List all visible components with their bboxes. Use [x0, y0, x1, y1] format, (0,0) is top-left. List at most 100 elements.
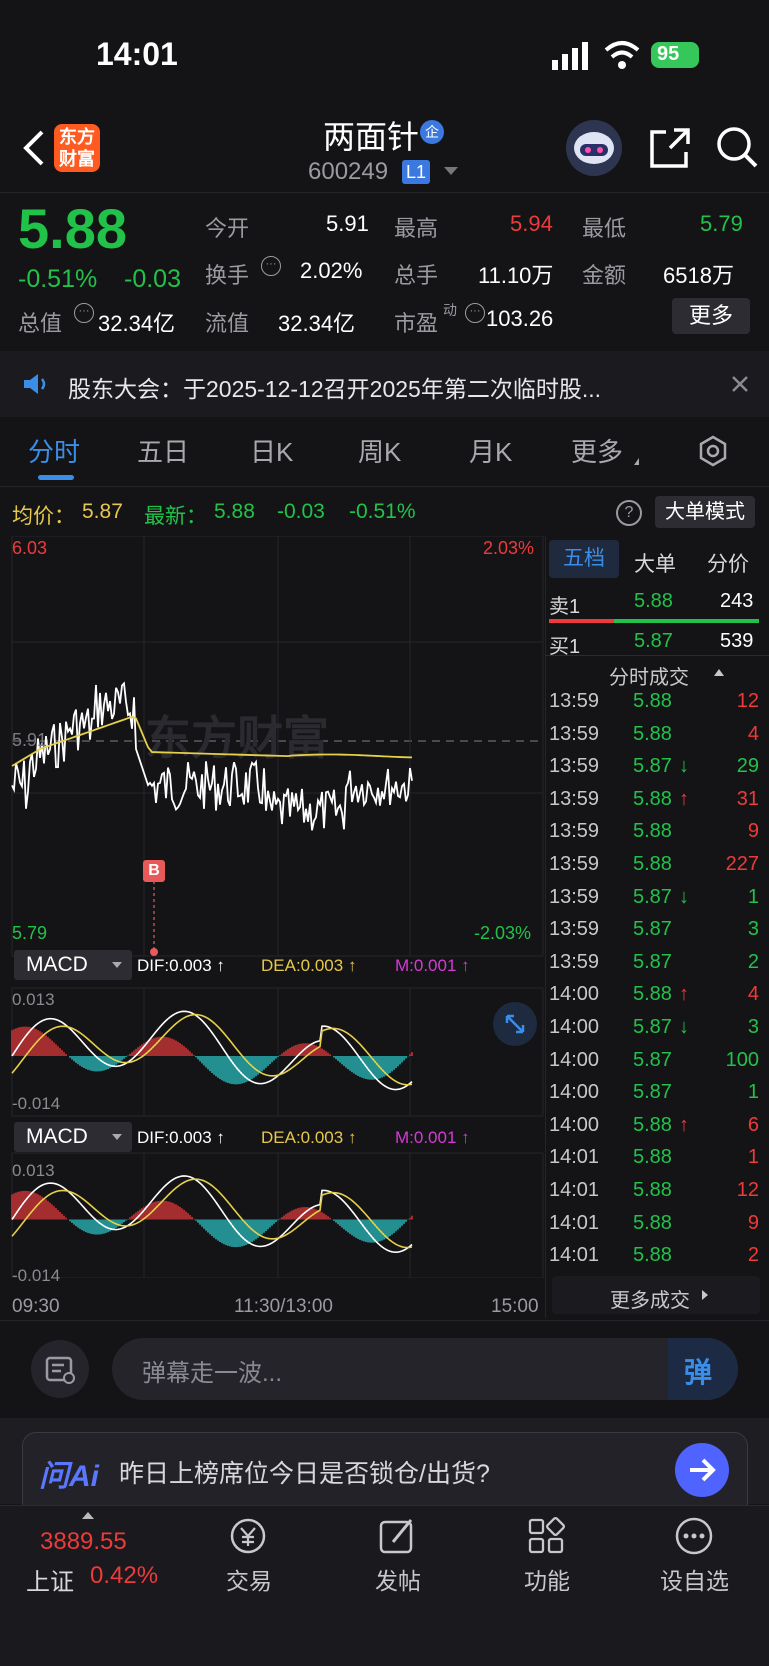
ai-ask-bar[interactable]: 问Ai 昨日上榜席位今日是否锁仓/出货?: [22, 1432, 748, 1506]
tick-row: 14:00 5.88 ↑ 6: [549, 1114, 759, 1146]
chart-bottom-price: 5.79: [12, 923, 48, 943]
tick-arrow: ↓: [679, 755, 689, 778]
tab-five-day[interactable]: 五日: [137, 432, 189, 469]
tick-volume: 3: [747, 918, 759, 941]
time-axis-end: 15:00: [491, 1296, 539, 1317]
help-icon[interactable]: ?: [616, 500, 642, 526]
tick-row: 13:59 5.87 ↓ 29: [549, 755, 759, 787]
macd-bottom: -0.014: [12, 1266, 61, 1285]
danmaku-toggle-button[interactable]: [31, 1340, 89, 1398]
settings-gear-icon[interactable]: [696, 434, 730, 468]
buy-marker[interactable]: B: [143, 860, 165, 882]
tick-row: 14:01 5.88 12: [549, 1179, 759, 1211]
robot-avatar-icon[interactable]: [566, 120, 622, 176]
arrow-right-icon[interactable]: [675, 1443, 729, 1497]
pe-sup: 动: [443, 302, 457, 318]
collapse-triangle-icon[interactable]: [714, 669, 724, 676]
macd-bottom: -0.014: [12, 1094, 61, 1113]
tick-price: 5.88: [633, 787, 672, 810]
side-tab-price-dist[interactable]: 分价: [707, 548, 749, 578]
macd-dea: DEA:0.003 ↑: [261, 1128, 357, 1147]
tab-more[interactable]: 更多: [571, 432, 623, 469]
tick-volume: 1: [747, 885, 759, 908]
nav-trade[interactable]: 交易: [208, 1516, 288, 1596]
total-value-label: 总值: [18, 311, 63, 336]
tick-row: 13:59 5.87 2: [549, 951, 759, 983]
back-icon[interactable]: [18, 128, 48, 168]
index-value[interactable]: 3889.55: [40, 1528, 127, 1556]
info-icon[interactable]: ···: [74, 303, 94, 323]
high-value: 5.94: [510, 211, 553, 236]
macd-dif: DIF:0.003 ↑: [137, 1128, 225, 1147]
tick-time: 13:59: [549, 918, 600, 941]
macd-top: 0.013: [12, 990, 55, 1009]
more-ticks-button[interactable]: 更多成交: [552, 1276, 760, 1314]
tick-price: 5.88: [633, 1146, 672, 1169]
close-icon[interactable]: [730, 374, 750, 394]
info-icon[interactable]: ···: [465, 303, 485, 323]
dif-line: [11, 1175, 413, 1253]
tick-row: 14:00 5.87 100: [549, 1049, 759, 1081]
tick-price: 5.88: [633, 1179, 672, 1201]
tick-price: 5.87: [633, 1016, 672, 1038]
macd-selector[interactable]: MACD: [14, 950, 132, 980]
tab-monthly-k[interactable]: 月K: [469, 432, 512, 469]
tab-weekly-k[interactable]: 周K: [358, 432, 401, 469]
tab-daily-k[interactable]: 日K: [250, 432, 293, 469]
index-name[interactable]: 上证: [26, 1562, 74, 1597]
notice-text[interactable]: 股东大会：于2025-12-12召开2025年第二次临时股...: [68, 370, 601, 404]
low-label: 最低: [582, 216, 627, 241]
share-icon[interactable]: [648, 126, 692, 170]
ticks-title[interactable]: 分时成交: [609, 661, 689, 690]
tick-time: 14:00: [549, 1048, 600, 1071]
tab-intraday[interactable]: 分时: [28, 432, 80, 469]
search-icon[interactable]: [714, 124, 760, 170]
side-tab-five-level[interactable]: 五档: [549, 540, 619, 578]
nav-add-watchlist[interactable]: 设自选: [650, 1516, 740, 1596]
tick-volume: 100: [725, 1048, 759, 1071]
change-pct: -0.51%: [18, 265, 98, 293]
tick-price: 5.88: [633, 1113, 672, 1136]
index-pct[interactable]: 0.42%: [90, 1562, 158, 1590]
more-ticks-label: 更多成交: [610, 1290, 690, 1312]
bid1-volume: 539: [720, 630, 754, 652]
latest-pct: -0.51%: [349, 500, 416, 523]
tick-price: 5.87: [633, 1081, 672, 1104]
tick-row: 14:01 5.88 9: [549, 1212, 759, 1244]
tick-arrow: ↑: [679, 1113, 689, 1136]
signal-icon: [552, 40, 592, 70]
dropdown-triangle-icon: [634, 458, 639, 465]
nav-functions-label: 功能: [524, 1568, 570, 1594]
danmaku-placeholder: 弹幕走一波...: [142, 1360, 283, 1387]
tick-volume: 4: [747, 983, 759, 1006]
tick-row: 14:01 5.88 1: [549, 1146, 759, 1178]
tick-time: 14:00: [549, 1081, 600, 1104]
low-value: 5.79: [700, 211, 743, 236]
chevron-down-icon[interactable]: [444, 167, 458, 175]
danmaku-send-button[interactable]: 弹: [668, 1338, 738, 1400]
change-value: -0.03: [124, 265, 181, 293]
chart-top-pct: 2.03%: [483, 538, 535, 558]
danmaku-input[interactable]: 弹幕走一波... 弹: [112, 1338, 738, 1400]
tick-price: 5.87: [633, 950, 672, 973]
tick-arrow: ↑: [679, 787, 689, 810]
ask1-volume: 243: [720, 590, 754, 612]
macd-selector[interactable]: MACD: [14, 1122, 132, 1152]
ask1-price: 5.88: [634, 590, 673, 612]
expand-up-icon[interactable]: [82, 1512, 94, 1519]
latest-label: 最新：: [144, 505, 207, 528]
nav-functions[interactable]: 功能: [506, 1516, 586, 1596]
intraday-chart[interactable]: 东方财富: [0, 536, 547, 1278]
more-button[interactable]: 更多: [672, 298, 750, 334]
nav-post[interactable]: 发帖: [357, 1516, 437, 1596]
side-tab-large-orders[interactable]: 大单: [634, 548, 676, 578]
info-icon[interactable]: ···: [261, 256, 281, 276]
expand-icon[interactable]: [493, 1002, 537, 1046]
level-badge[interactable]: L1: [402, 160, 430, 184]
tick-row: 13:59 5.88 9: [549, 820, 759, 852]
app-logo-line1: 东方: [59, 127, 95, 147]
large-order-mode-button[interactable]: 大单模式: [655, 496, 755, 528]
edit-icon: [379, 1519, 413, 1554]
pe-value: 103.26: [486, 306, 554, 331]
high-label: 最高: [394, 216, 439, 241]
